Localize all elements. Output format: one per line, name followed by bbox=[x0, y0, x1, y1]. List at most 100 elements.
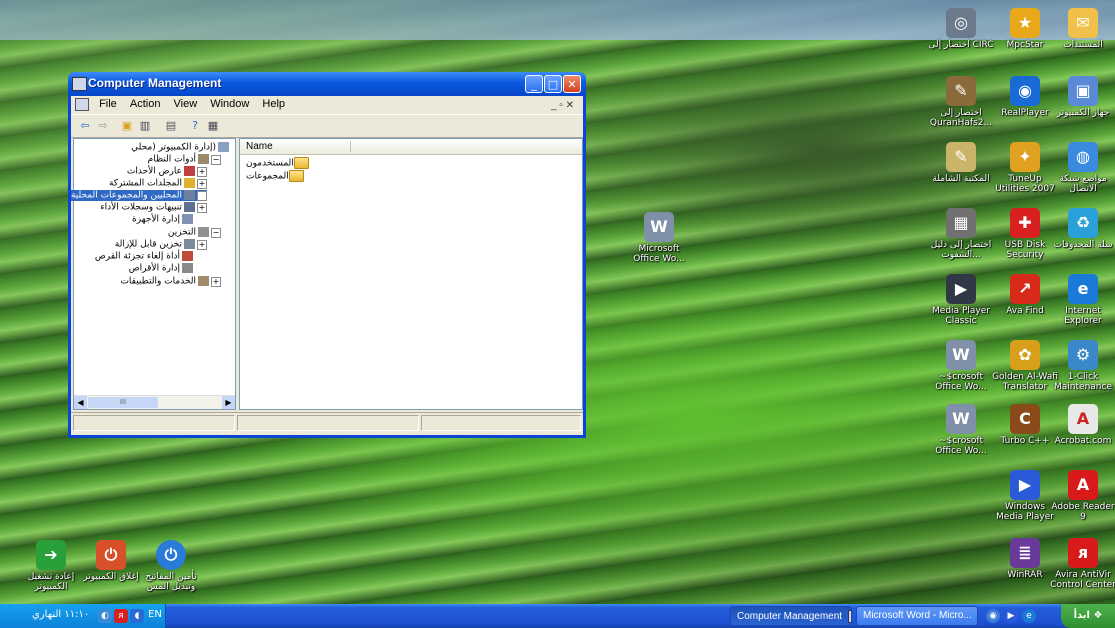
desktop-icon-office-temp-1[interactable]: W ~$crosoft Office Wo... bbox=[926, 340, 996, 392]
list-item-groups[interactable]: المجموعات bbox=[246, 170, 304, 182]
printer-icon: ▦ bbox=[946, 208, 976, 238]
menu-help[interactable]: Help bbox=[257, 96, 290, 112]
restart-icon: ➔ bbox=[36, 540, 66, 570]
console-tree[interactable]: (إدارة الكمبيوتر (محلي −أدوات النظام +عا… bbox=[70, 138, 236, 410]
tree-node-local-users-groups[interactable]: +المحليين والمجموعات المحلية bbox=[70, 190, 207, 201]
details-pane[interactable]: Name المستخدمون المجموعات bbox=[239, 138, 583, 410]
desktop-icon-avira[interactable]: ᴙ Avira AntiVir Control Center bbox=[1048, 538, 1115, 590]
avira-tray-icon[interactable]: ᴙ bbox=[114, 609, 128, 623]
quick-launch-media-icon[interactable]: ◉ bbox=[986, 609, 1000, 623]
desktop-icon-network-places[interactable]: ◍ مواضع شبكة الاتصال bbox=[1048, 142, 1115, 194]
menu-file[interactable]: File bbox=[94, 96, 122, 112]
menu-view[interactable]: View bbox=[169, 96, 203, 112]
circ-icon: ◎ bbox=[946, 8, 976, 38]
desktop-icon-word-document[interactable]: W Microsoft Office Wo... bbox=[624, 212, 694, 264]
language-indicator[interactable]: EN bbox=[148, 609, 162, 620]
desktop-icon-circ-shortcut[interactable]: ◎ اختصار إلى CIRC bbox=[926, 8, 996, 50]
menu-action[interactable]: Action bbox=[125, 96, 166, 112]
column-divider[interactable] bbox=[350, 141, 351, 152]
tree-node-services-applications[interactable]: +الخدمات والتطبيقات bbox=[120, 276, 221, 287]
expand-toggle[interactable]: + bbox=[197, 202, 207, 213]
tree-horizontal-scrollbar[interactable]: ◀ III ▶ bbox=[74, 395, 235, 409]
tree-node-removable-storage[interactable]: +تخزين قابل للإزالة bbox=[115, 239, 207, 250]
power-icon: ⏻ bbox=[96, 540, 126, 570]
column-header-name[interactable]: Name bbox=[240, 139, 582, 155]
services-icon bbox=[198, 276, 209, 286]
desktop-icon-shamela[interactable]: ✎ المكتبة الشاملة bbox=[926, 142, 996, 184]
mmc-document-icon[interactable] bbox=[75, 98, 89, 111]
desktop-icon-lock-switch-user[interactable]: ⏻ تأمين المفاتيح وتبديل المس bbox=[136, 540, 206, 592]
close-button[interactable]: ✕ bbox=[563, 75, 581, 93]
tree-node-disk-defragmenter[interactable]: أداة إلغاء تجزئة القرص bbox=[95, 251, 195, 262]
expand-toggle[interactable]: + bbox=[197, 178, 207, 189]
properties-icon[interactable]: ▦ bbox=[205, 118, 221, 133]
tree-node-storage[interactable]: −التخزين bbox=[168, 227, 221, 238]
desktop-icon-recycle-bin[interactable]: ♻ سلة المحذوفات bbox=[1048, 208, 1115, 250]
scroll-thumb[interactable]: III bbox=[88, 397, 158, 408]
tree-node-system-tools[interactable]: −أدوات النظام bbox=[148, 154, 221, 165]
expand-toggle[interactable]: + bbox=[197, 190, 207, 201]
tree-node-performance-logs[interactable]: +تنبيهات وسجلات الأداء bbox=[100, 202, 207, 213]
computer-management-icon bbox=[848, 610, 851, 623]
title-bar[interactable]: Computer Management _ □ ✕ bbox=[68, 72, 586, 96]
desktop-icon-my-computer[interactable]: ▣ جهاز الكمبيوتر bbox=[1048, 76, 1115, 118]
word-doc-icon: W bbox=[946, 404, 976, 434]
network-icon[interactable]: ◐ bbox=[98, 609, 112, 623]
list-item-users[interactable]: المستخدمون bbox=[246, 157, 309, 169]
taskbar-button-microsoft-word[interactable]: Microsoft Word - Micro... bbox=[856, 606, 978, 626]
minimize-button[interactable]: _ bbox=[525, 75, 543, 93]
show-hide-tree-icon[interactable]: ▥ bbox=[137, 118, 153, 133]
taskbar-button-computer-management[interactable]: Computer Management bbox=[730, 606, 852, 626]
library-icon: ✎ bbox=[946, 142, 976, 172]
help-icon[interactable]: ? bbox=[187, 118, 203, 133]
desktop-icon-adobe-reader[interactable]: A Adobe Reader 9 bbox=[1048, 470, 1115, 522]
computer-management-window[interactable]: Computer Management _ □ ✕ File Action Vi… bbox=[68, 72, 586, 438]
maximize-button[interactable]: □ bbox=[544, 75, 562, 93]
computer-icon: ▣ bbox=[1068, 76, 1098, 106]
up-folder-icon[interactable]: ▣ bbox=[119, 118, 135, 133]
clock[interactable]: ١١:١٠ النهاري bbox=[32, 609, 89, 620]
collapse-toggle[interactable]: − bbox=[211, 227, 221, 238]
device-manager-icon bbox=[182, 214, 193, 224]
expand-toggle[interactable]: + bbox=[197, 166, 207, 177]
tree-node-device-manager[interactable]: إدارة الأجهزة bbox=[132, 214, 195, 225]
windows-media-player-icon: ▶ bbox=[1010, 470, 1040, 500]
tools-icon bbox=[198, 154, 209, 164]
disk-management-icon bbox=[182, 263, 193, 273]
desktop-icon-office-temp-2[interactable]: W ~$crosoft Office Wo... bbox=[926, 404, 996, 456]
quick-launch-ie-icon[interactable]: e bbox=[1022, 609, 1036, 623]
expand-toggle[interactable]: + bbox=[211, 276, 221, 287]
menu-window[interactable]: Window bbox=[205, 96, 254, 112]
status-section-2 bbox=[237, 415, 419, 431]
scroll-right-icon[interactable]: ▶ bbox=[222, 396, 235, 409]
desktop-icon-internet-explorer[interactable]: e Internet Explorer bbox=[1048, 274, 1115, 326]
avira-icon: ᴙ bbox=[1068, 538, 1098, 568]
realplayer-icon: ◉ bbox=[1010, 76, 1040, 106]
collapse-toggle[interactable]: − bbox=[211, 154, 221, 165]
desktop-icon-media-player-classic[interactable]: ▶ Media Player Classic bbox=[926, 274, 996, 326]
speaker-icon[interactable]: ◖ bbox=[130, 609, 144, 623]
forward-arrow-icon[interactable]: ⇨ bbox=[95, 118, 111, 133]
tree-node-disk-management[interactable]: إدارة الأقراص bbox=[129, 263, 195, 274]
event-viewer-icon bbox=[184, 166, 195, 176]
window-title: Computer Management bbox=[88, 76, 222, 90]
desktop-icon-1-click-maintenance[interactable]: ⚙ 1-Click Maintenance bbox=[1048, 340, 1115, 392]
expand-toggle[interactable]: + bbox=[197, 239, 207, 250]
desktop-icon-acrobat-com[interactable]: A Acrobat.com bbox=[1048, 404, 1115, 446]
computer-management-icon bbox=[72, 77, 87, 91]
status-section-3 bbox=[421, 415, 581, 431]
quran-icon: ✎ bbox=[946, 76, 976, 106]
desktop-icon-my-documents[interactable]: ✉ المستندات bbox=[1048, 8, 1115, 50]
start-button[interactable]: ابدأ ❖ bbox=[1061, 604, 1115, 628]
tree-node-shared-folders[interactable]: +المجلدات المشتركة bbox=[109, 178, 207, 189]
mdi-controls[interactable]: _ ▫ ✕ bbox=[546, 98, 579, 113]
desktop-icon-guide-shortcut[interactable]: ▦ اختصار إلى دليل الشفوت... bbox=[926, 208, 996, 260]
quick-launch-desktop-icon[interactable]: ▶ bbox=[1004, 609, 1018, 623]
back-arrow-icon[interactable]: ⇦ bbox=[77, 118, 93, 133]
tree-node-event-viewer[interactable]: +عارض الأحداث bbox=[127, 166, 207, 177]
tree-node-computer-management[interactable]: (إدارة الكمبيوتر (محلي bbox=[131, 142, 231, 153]
documents-icon: ✉ bbox=[1068, 8, 1098, 38]
desktop-icon-quranhafs-shortcut[interactable]: ✎ اختصار إلى QuranHafs2... bbox=[926, 76, 996, 128]
scroll-left-icon[interactable]: ◀ bbox=[74, 396, 87, 409]
export-list-icon[interactable]: ▤ bbox=[163, 118, 179, 133]
